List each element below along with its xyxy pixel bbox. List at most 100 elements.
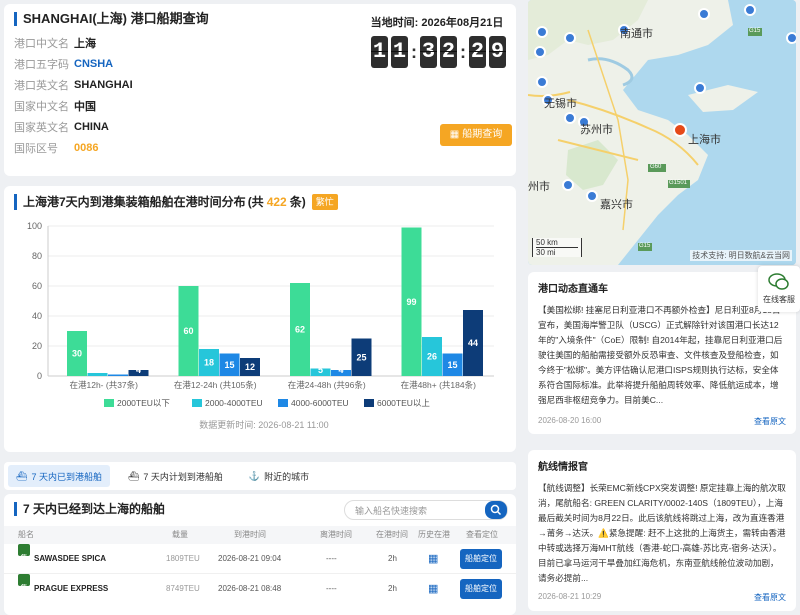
- tab-planned[interactable]: ⛴ 7 天内计划到港船舶: [120, 465, 231, 487]
- data-label: 15: [447, 360, 457, 370]
- ship-flag-icon: 集: [18, 574, 30, 592]
- tab-arrived[interactable]: ⛴ 7 天内已到港船舶: [8, 465, 110, 487]
- map-city-label: 州市: [528, 181, 550, 193]
- clock-digit: 2: [469, 36, 486, 68]
- view-original-link[interactable]: 查看原文: [754, 416, 786, 427]
- news-title: 航线情报官: [538, 462, 588, 473]
- local-time-label: 当地时间: 2026年08月21日: [370, 17, 504, 29]
- update-time: 数据更新时间: 2026-08-21 11:00: [199, 419, 328, 430]
- clock-digit: 9: [489, 36, 506, 68]
- chart-total-suffix: 条): [289, 195, 306, 209]
- scale-mi: 30 mi: [536, 248, 556, 257]
- map-city-label: 嘉兴市: [600, 199, 633, 211]
- x-tick-label: 在港24-48h (共96条): [288, 380, 366, 390]
- clock-colon: :: [411, 41, 417, 62]
- column-header: 在港时间: [376, 530, 408, 539]
- legend-label: 2000-4000TEU: [205, 398, 263, 408]
- data-label: 60: [183, 326, 193, 336]
- data-label: 99: [406, 297, 416, 307]
- road-label: G15: [639, 243, 651, 249]
- tab-label: 附近的城市: [264, 471, 310, 482]
- road-label: G1501: [669, 180, 688, 186]
- map-city-label: 南通市: [620, 28, 653, 40]
- map-attribution: 技术支持: 明日数航&云当网: [690, 250, 792, 261]
- schedule-query-button[interactable]: ▦ 船期查询: [440, 124, 512, 146]
- field-label: 港口五字码: [14, 58, 69, 71]
- search-button[interactable]: [485, 501, 507, 519]
- field-label: 国家中文名: [14, 100, 69, 113]
- port-map[interactable]: 南通市 无锡市 苏州市 上海市 嘉兴市 州市 G15 G60 G1501 G15…: [528, 0, 796, 265]
- chart-total-prefix: (共: [247, 195, 264, 209]
- scale-km: 50 km: [536, 238, 578, 248]
- chart-total-count: 422: [266, 195, 287, 209]
- field-label: 港口英文名: [14, 79, 69, 92]
- data-label: 5: [318, 365, 323, 375]
- field-value: 0086: [74, 141, 99, 154]
- field-label: 国家英文名: [14, 121, 69, 134]
- ship-icon: ⛴: [16, 470, 28, 481]
- news-footer: 2026-08-20 16:00 查看原文: [538, 416, 786, 427]
- news-date: 2026-08-20 16:00: [538, 416, 602, 425]
- legend-swatch: [192, 399, 202, 407]
- field-value: SHANGHAI: [74, 78, 133, 91]
- ship-search[interactable]: 输入船名快速搜索: [344, 500, 508, 520]
- clock-digit: 3: [420, 36, 437, 68]
- view-original-link[interactable]: 查看原文: [754, 592, 786, 603]
- bar: [108, 374, 128, 376]
- news-date: 2026-08-21 10:29: [538, 592, 602, 601]
- local-time-clock: 当地时间: 2026年08月21日 1 1 : 3 2 : 2 9: [368, 14, 506, 68]
- news-body: 【美国松绑! 挂塞尼日利亚港口不再额外检查】尼日利亚8月18日宣布，美国海岸警卫…: [538, 305, 783, 405]
- data-label: 4: [136, 365, 141, 375]
- ship-name[interactable]: SAWASDEE SPICA: [34, 544, 106, 574]
- news-title: 港口动态直通车: [538, 284, 608, 295]
- calendar-icon[interactable]: ▦: [428, 574, 438, 604]
- search-input[interactable]: 输入船名快速搜索: [345, 504, 485, 517]
- column-header: 离港时间: [320, 530, 352, 539]
- chart-title-text: 上海港7天内到港集装箱船舶在港时间分布: [23, 195, 246, 209]
- data-label: 25: [356, 352, 366, 362]
- news-body: 【航线调整】长荣EMC新线CPX突发调整! 原定挂靠上海的航次取消，尾航船名: …: [538, 483, 786, 583]
- port-news-card: 港口动态直通车 【美国松绑! 挂塞尼日利亚港口不再额外检查】尼日利亚8月18日宣…: [528, 272, 796, 434]
- data-label: 15: [224, 360, 234, 370]
- road-label: G60: [650, 164, 662, 170]
- dwell-duration: 2h: [388, 584, 397, 593]
- clock-digit: 1: [391, 36, 408, 68]
- y-tick-label: 100: [27, 221, 42, 231]
- column-header: 查看定位: [466, 530, 498, 539]
- column-header: 载量: [172, 530, 188, 539]
- ship-flag-icon: 集: [18, 544, 30, 562]
- locate-ship-button[interactable]: 船舶定位: [460, 549, 502, 569]
- legend-swatch: [278, 399, 288, 407]
- road-label: G15: [749, 28, 761, 34]
- tab-nearby-cities[interactable]: ⚓ 附近的城市: [241, 465, 317, 487]
- map-canvas: [528, 0, 796, 265]
- field-value: 中国: [74, 100, 96, 113]
- legend-swatch: [364, 399, 374, 407]
- online-service-button[interactable]: 在线客服: [758, 266, 800, 312]
- news-footer: 2026-08-21 10:29 查看原文: [538, 592, 786, 603]
- table-row: 集 PRAGUE EXPRESS 8749TEU 2026-08-21 08:4…: [4, 574, 516, 604]
- clock-digit: 1: [371, 36, 388, 68]
- field-value: CNSHA: [74, 57, 114, 70]
- port-info-card: SHANGHAI(上海) 港口船期查询 港口中文名 上海 港口五字码 CNSHA 港…: [4, 4, 516, 176]
- field-value: 上海: [74, 37, 96, 50]
- calendar-icon[interactable]: ▦: [428, 544, 438, 574]
- column-header: 到港时间: [234, 530, 266, 539]
- data-label: 62: [295, 325, 305, 335]
- bar: [87, 373, 108, 376]
- ship-name[interactable]: PRAGUE EXPRESS: [34, 574, 108, 604]
- field-label: 港口中文名: [14, 37, 69, 50]
- dwell-duration: 2h: [388, 554, 397, 563]
- x-tick-label: 在港12h- (共37条): [70, 380, 139, 390]
- legend-label: 4000-6000TEU: [291, 398, 349, 408]
- map-city-label: 苏州市: [580, 124, 613, 136]
- data-label: 12: [245, 362, 255, 372]
- busy-badge: 繁忙: [311, 194, 338, 210]
- locate-ship-button[interactable]: 船舶定位: [460, 579, 502, 599]
- y-tick-label: 0: [37, 371, 42, 381]
- chart-title: 上海港7天内到港集装箱船舶在港时间分布 (共 422 条) 繁忙: [14, 194, 506, 210]
- x-tick-label: 在港48h+ (共184条): [401, 380, 477, 390]
- data-label: 44: [468, 338, 478, 348]
- port-field-row: 港口英文名 SHANGHAI: [14, 74, 506, 95]
- y-tick-label: 20: [32, 341, 42, 351]
